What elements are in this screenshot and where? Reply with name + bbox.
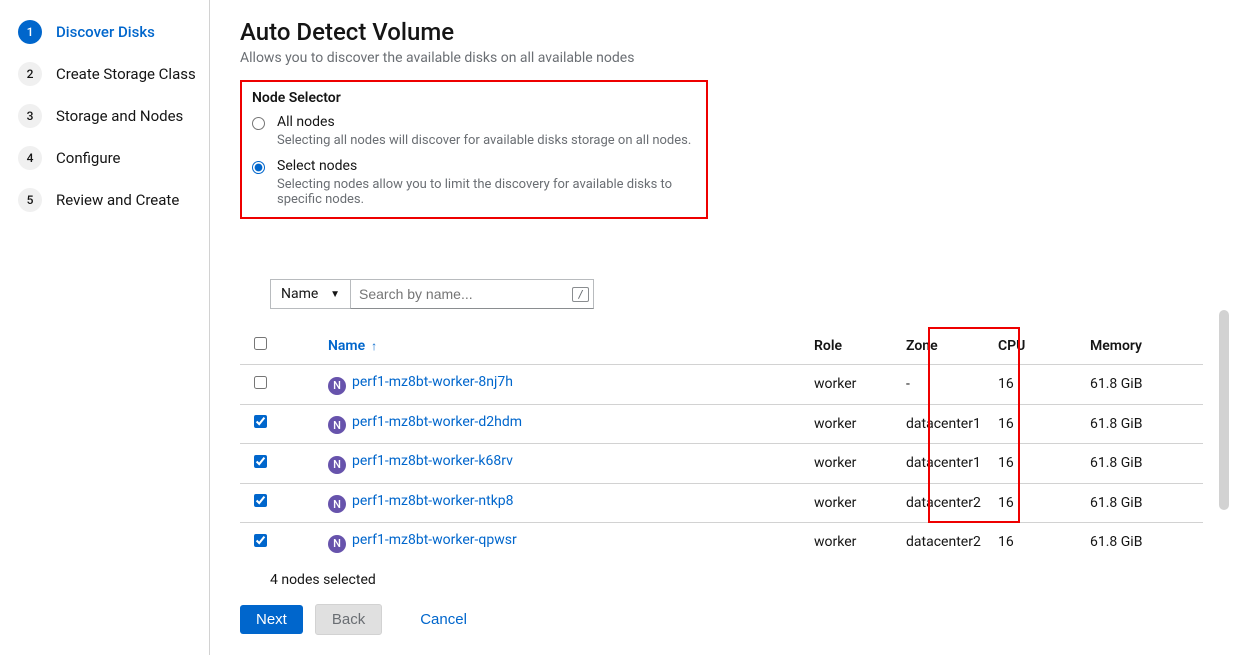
row-checkbox[interactable] — [254, 415, 267, 428]
node-link[interactable]: perf1-mz8bt-worker-ntkp8 — [352, 493, 514, 509]
table-row: Nperf1-mz8bt-worker-ntkp8 workerdatacente… — [240, 483, 1203, 523]
node-link[interactable]: perf1-mz8bt-worker-d2hdm — [352, 414, 522, 430]
step-review-and-create[interactable]: 5 Review and Create — [18, 188, 209, 212]
step-number: 2 — [18, 62, 42, 86]
back-button[interactable]: Back — [315, 604, 382, 635]
step-label: Configure — [56, 149, 121, 167]
step-number: 3 — [18, 104, 42, 128]
row-checkbox[interactable] — [254, 455, 267, 468]
step-number: 1 — [18, 20, 42, 44]
table-row: Nperf1-mz8bt-worker-d2hdm workerdatacente… — [240, 404, 1203, 444]
search-input[interactable] — [351, 286, 572, 302]
select-all-checkbox[interactable] — [254, 337, 267, 350]
cell-memory: 61.8 GiB — [1082, 444, 1203, 484]
cell-zone: datacenter1 — [898, 404, 990, 444]
cell-zone: datacenter2 — [898, 523, 990, 562]
cell-cpu: 16 — [990, 365, 1082, 405]
step-label: Discover Disks — [56, 23, 155, 41]
column-header-name[interactable]: Name↑ — [320, 327, 806, 365]
sort-asc-icon: ↑ — [371, 339, 377, 353]
cell-role: worker — [806, 404, 898, 444]
node-badge-icon: N — [328, 377, 346, 395]
footer-buttons: Next Back Cancel — [240, 604, 477, 635]
cell-role: worker — [806, 444, 898, 484]
radio-all-nodes[interactable] — [252, 117, 265, 130]
caret-down-icon: ▼ — [330, 289, 340, 300]
cell-memory: 61.8 GiB — [1082, 523, 1203, 562]
filter-type-select[interactable]: Name ▼ — [270, 279, 350, 309]
nodes-table-wrap: Name↑ Role Zone CPU Memory Nperf1-mz8bt-… — [240, 327, 1203, 562]
step-create-storage-class[interactable]: 2 Create Storage Class — [18, 62, 209, 86]
step-configure[interactable]: 4 Configure — [18, 146, 209, 170]
selected-count-text: 4 nodes selected — [270, 572, 1203, 588]
cell-zone: datacenter1 — [898, 444, 990, 484]
cell-cpu: 16 — [990, 444, 1082, 484]
main-content: Auto Detect Volume Allows you to discove… — [210, 0, 1233, 655]
radio-select-nodes[interactable] — [252, 161, 265, 174]
cell-role: worker — [806, 483, 898, 523]
cell-zone: datacenter2 — [898, 483, 990, 523]
cancel-button[interactable]: Cancel — [410, 605, 477, 634]
radio-all-nodes-label: All nodes — [277, 114, 691, 130]
column-header-role[interactable]: Role — [806, 327, 898, 365]
table-row: Nperf1-mz8bt-worker-k68rv workerdatacente… — [240, 444, 1203, 484]
node-badge-icon: N — [328, 495, 346, 513]
cell-cpu: 16 — [990, 404, 1082, 444]
filter-type-label: Name — [281, 286, 318, 302]
cell-role: worker — [806, 365, 898, 405]
radio-all-nodes-row: All nodes Selecting all nodes will disco… — [252, 114, 696, 148]
step-label: Create Storage Class — [56, 65, 196, 83]
radio-select-nodes-desc: Selecting nodes allow you to limit the d… — [277, 177, 696, 207]
node-badge-icon: N — [328, 416, 346, 434]
cell-memory: 61.8 GiB — [1082, 365, 1203, 405]
step-discover-disks[interactable]: 1 Discover Disks — [18, 20, 209, 44]
wizard-sidebar: 1 Discover Disks 2 Create Storage Class … — [0, 0, 210, 655]
node-selector-section: Node Selector All nodes Selecting all no… — [240, 80, 708, 219]
node-link[interactable]: perf1-mz8bt-worker-k68rv — [352, 453, 513, 469]
step-storage-and-nodes[interactable]: 3 Storage and Nodes — [18, 104, 209, 128]
step-label: Review and Create — [56, 191, 179, 209]
table-row: Nperf1-mz8bt-worker-8nj7h worker-1661.8 G… — [240, 365, 1203, 405]
step-label: Storage and Nodes — [56, 107, 183, 125]
step-number: 5 — [18, 188, 42, 212]
row-checkbox[interactable] — [254, 494, 267, 507]
row-checkbox[interactable] — [254, 376, 267, 389]
radio-all-nodes-desc: Selecting all nodes will discover for av… — [277, 133, 691, 148]
page-title: Auto Detect Volume — [240, 18, 1203, 46]
radio-select-nodes-row: Select nodes Selecting nodes allow you t… — [252, 158, 696, 207]
cell-memory: 61.8 GiB — [1082, 404, 1203, 444]
scrollbar[interactable] — [1219, 310, 1229, 510]
step-number: 4 — [18, 146, 42, 170]
node-badge-icon: N — [328, 535, 346, 553]
filter-input-wrap: / — [350, 279, 594, 309]
table-row: Nperf1-mz8bt-worker-qpwsr workerdatacente… — [240, 523, 1203, 562]
nodes-table: Name↑ Role Zone CPU Memory Nperf1-mz8bt-… — [240, 327, 1203, 562]
cell-cpu: 16 — [990, 523, 1082, 562]
filter-bar: Name ▼ / — [270, 279, 1203, 309]
node-link[interactable]: perf1-mz8bt-worker-qpwsr — [352, 532, 517, 548]
cell-cpu: 16 — [990, 483, 1082, 523]
column-header-memory[interactable]: Memory — [1082, 327, 1203, 365]
cell-role: worker — [806, 523, 898, 562]
keyboard-shortcut-hint: / — [572, 287, 589, 302]
next-button[interactable]: Next — [240, 605, 303, 634]
column-header-zone[interactable]: Zone — [898, 327, 990, 365]
cell-memory: 61.8 GiB — [1082, 483, 1203, 523]
row-checkbox[interactable] — [254, 534, 267, 547]
node-selector-header: Node Selector — [252, 90, 696, 106]
radio-select-nodes-label: Select nodes — [277, 158, 696, 174]
column-header-cpu[interactable]: CPU — [990, 327, 1082, 365]
node-badge-icon: N — [328, 456, 346, 474]
node-link[interactable]: perf1-mz8bt-worker-8nj7h — [352, 374, 513, 390]
page-subtitle: Allows you to discover the available dis… — [240, 50, 1203, 66]
cell-zone: - — [898, 365, 990, 405]
